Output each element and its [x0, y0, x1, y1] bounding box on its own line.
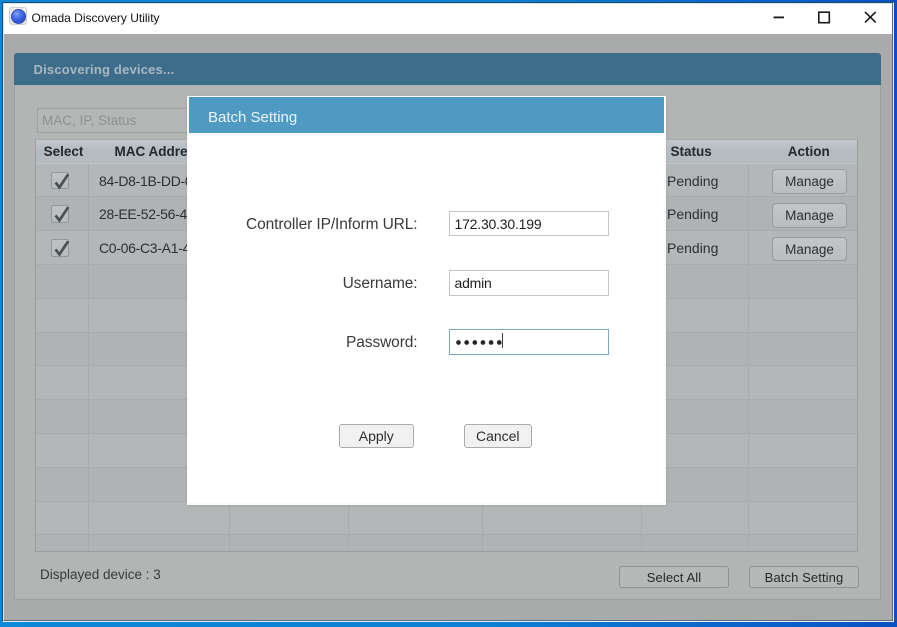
- cell-status: Pending: [667, 197, 718, 231]
- window-title: Omada Discovery Utility: [32, 4, 160, 34]
- username-value: admin: [455, 275, 492, 291]
- row-checkbox[interactable]: [51, 239, 69, 257]
- panel-header: Discovering devices...: [14, 53, 881, 85]
- username-label: Username:: [188, 275, 418, 293]
- dialog-title: Batch Setting: [208, 97, 297, 133]
- select-all-button[interactable]: Select All: [619, 566, 729, 588]
- column-header-action[interactable]: Action: [759, 140, 858, 164]
- controller-url-input[interactable]: 172.30.30.199: [449, 211, 609, 237]
- password-input[interactable]: [449, 329, 609, 355]
- cell-mac-address: C0-06-C3-A1-4: [99, 231, 190, 265]
- manage-button[interactable]: Manage: [772, 237, 847, 262]
- minimize-button[interactable]: [752, 0, 798, 30]
- controller-url-value: 172.30.30.199: [455, 216, 542, 232]
- close-button[interactable]: [843, 0, 889, 30]
- controller-url-label: Controller IP/Inform URL:: [188, 216, 418, 234]
- cell-status: Pending: [667, 231, 718, 265]
- batch-setting-dialog: Batch Setting Controller IP/Inform URL: …: [187, 96, 666, 505]
- column-header-select[interactable]: Select: [36, 140, 91, 164]
- table-row: [36, 535, 857, 552]
- cell-mac-address: 84-D8-1B-DD-0: [99, 164, 192, 198]
- displayed-device-count: Displayed device : 3: [40, 564, 161, 586]
- table-row: [36, 502, 857, 536]
- manage-button[interactable]: Manage: [772, 203, 847, 228]
- password-label: Password:: [188, 334, 418, 352]
- text-caret: [502, 333, 503, 348]
- search-placeholder: MAC, IP, Status: [42, 109, 136, 132]
- cell-status: Pending: [667, 164, 718, 198]
- maximize-button[interactable]: [797, 0, 843, 30]
- cell-mac-address: 28-EE-52-56-4: [99, 197, 187, 231]
- app-icon-sphere: [11, 9, 26, 24]
- username-input[interactable]: admin: [449, 270, 609, 296]
- cancel-button[interactable]: Cancel: [464, 424, 532, 448]
- batch-setting-button[interactable]: Batch Setting: [749, 566, 859, 588]
- manage-button[interactable]: Manage: [772, 169, 847, 194]
- dialog-header: Batch Setting: [189, 97, 664, 133]
- apply-button[interactable]: Apply: [339, 424, 414, 448]
- row-checkbox[interactable]: [51, 172, 69, 190]
- panel-header-title: Discovering devices...: [34, 53, 175, 85]
- app-icon: [9, 7, 27, 25]
- row-checkbox[interactable]: [51, 205, 69, 223]
- password-dots-svg: [456, 340, 506, 345]
- password-dots: [456, 340, 506, 345]
- column-divider: [748, 164, 749, 551]
- column-divider: [88, 164, 89, 551]
